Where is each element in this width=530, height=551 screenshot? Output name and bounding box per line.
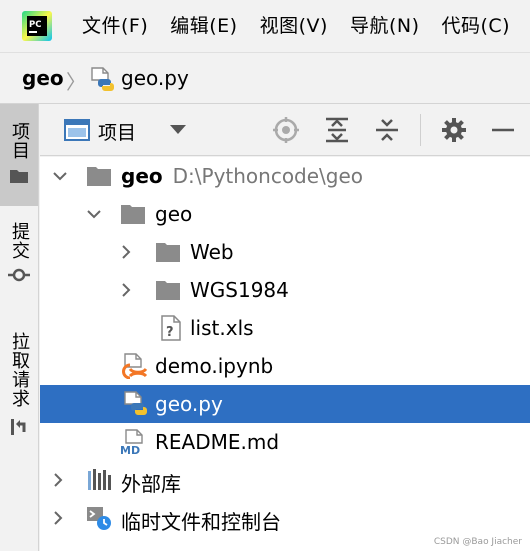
tree-row[interactable]: geo	[40, 195, 530, 233]
scratches-icon	[87, 507, 111, 530]
tree-row[interactable]: MD README.md	[40, 423, 530, 461]
tree-item-label: Web	[190, 240, 234, 264]
minimize-icon[interactable]	[490, 117, 516, 143]
python-file-icon	[124, 391, 147, 415]
commit-icon	[8, 268, 30, 282]
gear-icon[interactable]	[441, 117, 467, 143]
tree-row[interactable]: 临时文件和控制台	[40, 499, 530, 537]
breadcrumb-file[interactable]: geo.py	[121, 66, 189, 90]
project-tree: geo D:\Pythoncode\geo geo Web WGS1984 ? …	[40, 157, 530, 551]
chevron-down-icon[interactable]	[86, 206, 102, 222]
folder-icon	[10, 170, 28, 183]
tree-root-name: geo	[121, 164, 163, 188]
tree-row[interactable]: Web	[40, 233, 530, 271]
project-panel-header: 项目	[40, 104, 530, 156]
tab-project-label: 项目	[9, 122, 30, 160]
folder-icon	[156, 243, 180, 262]
menu-file[interactable]: 文件(F)	[82, 12, 148, 40]
menu-view[interactable]: 视图(V)	[260, 12, 328, 40]
watermark: CSDN @Bao Jiacher	[433, 537, 522, 547]
tree-item-label: list.xls	[190, 316, 254, 340]
tree-row-selected[interactable]: geo.py	[40, 385, 530, 423]
folder-icon	[156, 281, 180, 300]
chevron-right-icon[interactable]	[50, 472, 66, 488]
expand-all-icon[interactable]	[324, 117, 350, 143]
tool-window-strip: 项目 提交 拉取请求	[0, 104, 39, 551]
collapse-all-icon[interactable]	[374, 117, 400, 143]
chevron-down-icon[interactable]	[170, 125, 186, 134]
pycharm-logo-icon[interactable]: PC	[22, 11, 52, 41]
pull-request-icon	[11, 419, 26, 435]
tab-project[interactable]: 项目	[0, 104, 38, 206]
tab-commit-label: 提交	[9, 222, 30, 260]
chevron-right-icon[interactable]	[118, 282, 134, 298]
chevron-down-icon[interactable]	[52, 168, 68, 184]
project-view-title[interactable]: 项目	[98, 118, 136, 145]
tree-row-root[interactable]: geo D:\Pythoncode\geo	[40, 157, 530, 195]
header-divider	[420, 114, 421, 146]
menu-navigate[interactable]: 导航(N)	[350, 12, 420, 40]
tree-row[interactable]: 外部库	[40, 461, 530, 499]
breadcrumb-root[interactable]: geo	[22, 66, 64, 90]
breadcrumb: geo 〉 geo.py	[0, 52, 530, 104]
tree-item-label: demo.ipynb	[155, 354, 274, 378]
svg-text:MD: MD	[120, 444, 140, 455]
library-icon	[88, 469, 111, 490]
jupyter-file-icon	[122, 353, 148, 379]
tree-item-label: geo.py	[155, 392, 223, 416]
tree-row[interactable]: WGS1984	[40, 271, 530, 309]
tree-item-label: README.md	[155, 430, 280, 454]
menu-bar: PC 文件(F) 编辑(E) 视图(V) 导航(N) 代码(C)	[0, 0, 530, 52]
python-file-icon	[91, 67, 114, 91]
unknown-file-icon: ?	[161, 315, 181, 341]
tab-commit[interactable]: 提交	[0, 216, 38, 316]
svg-text:PC: PC	[29, 20, 41, 30]
folder-icon	[121, 205, 145, 224]
svg-text:?: ?	[166, 325, 174, 340]
tree-item-label: WGS1984	[190, 278, 289, 302]
tree-row[interactable]: ? list.xls	[40, 309, 530, 347]
project-view-icon	[64, 119, 90, 141]
chevron-right-icon[interactable]	[118, 244, 134, 260]
tab-pull-requests-label: 拉取请求	[9, 332, 30, 408]
breadcrumb-separator: 〉	[66, 70, 86, 94]
menu-code[interactable]: 代码(C)	[441, 12, 510, 40]
folder-icon	[87, 167, 111, 186]
chevron-right-icon[interactable]	[50, 510, 66, 526]
tree-item-label: 外部库	[121, 472, 181, 496]
tab-pull-requests[interactable]: 拉取请求	[0, 326, 38, 446]
locate-icon[interactable]	[273, 117, 299, 143]
tree-item-label: geo D:\Pythoncode\geo	[121, 164, 363, 188]
tree-row[interactable]: demo.ipynb	[40, 347, 530, 385]
tree-root-path: D:\Pythoncode\geo	[172, 164, 364, 188]
menu-edit[interactable]: 编辑(E)	[170, 12, 237, 40]
tree-item-label: geo	[155, 202, 193, 226]
markdown-file-icon: MD	[120, 429, 143, 455]
tree-item-label: 临时文件和控制台	[121, 510, 281, 534]
